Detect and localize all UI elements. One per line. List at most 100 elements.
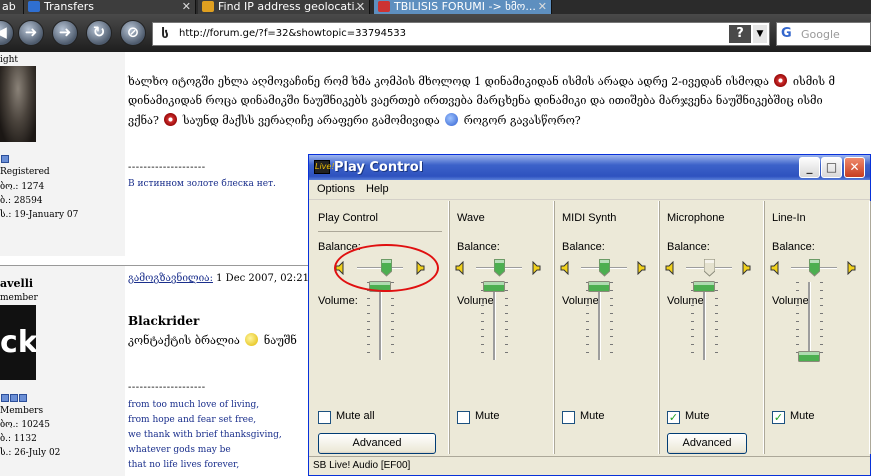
close-button[interactable]: ✕ <box>844 157 865 178</box>
forward-button[interactable]: ➜ <box>52 20 78 46</box>
post2-meta: გამოგზავნილია: 1 Dec 2007, 02:21 <box>128 273 309 284</box>
status-text: SB Live! Audio [EF00] <box>313 460 411 471</box>
volume-tick <box>820 297 823 299</box>
mute-checkbox[interactable] <box>457 411 470 424</box>
volume-tick <box>610 313 613 315</box>
user1-id: ბ.: 28594 <box>0 196 43 206</box>
volume-tick <box>367 313 370 315</box>
status-bar: SB Live! Audio [EF00] <box>309 456 870 475</box>
close-tab-icon[interactable]: ✕ <box>538 0 547 13</box>
transfers-icon <box>28 1 40 12</box>
help-button[interactable]: ? <box>729 25 751 43</box>
volume-slider-thumb[interactable] <box>693 277 715 292</box>
section-title: Microphone <box>667 212 725 224</box>
volume-slider-thumb[interactable] <box>798 347 820 362</box>
volume-tick <box>505 305 508 307</box>
mute-label[interactable]: Mute <box>580 410 604 422</box>
post1-text-tail: ისმის მ <box>792 75 835 88</box>
post2-line: კონტაქტის ბრალია ნაუშნ <box>128 333 297 347</box>
tab-label: TBILISIS FORUMI -> ხმო... <box>394 0 536 13</box>
balance-label: Balance: <box>772 241 815 253</box>
post2-text: კონტაქტის ბრალია <box>128 334 240 347</box>
volume-label: Volume: <box>318 295 358 307</box>
advanced-button[interactable]: Advanced <box>667 433 747 454</box>
forward-arrow-icon: ➜ <box>58 23 72 41</box>
tab-ip-geolocation[interactable]: Find IP address geolocati... ✕ <box>198 0 370 14</box>
volume-track[interactable] <box>598 282 601 360</box>
user1-rank-pips <box>1 155 10 163</box>
volume-track[interactable] <box>703 282 706 360</box>
emoticon-icon <box>164 113 178 126</box>
volume-slider-thumb[interactable] <box>483 277 505 292</box>
volume-tick <box>481 328 484 330</box>
minimize-button[interactable]: _ <box>799 157 820 178</box>
volume-tick <box>610 297 613 299</box>
volume-tick <box>586 336 589 338</box>
back-history-button[interactable]: ➜ <box>18 20 44 46</box>
balance-slider-thumb[interactable] <box>598 258 611 277</box>
title-bar[interactable]: Live! Play Control _ □ ✕ <box>309 155 870 180</box>
volume-tick <box>796 297 799 299</box>
volume-tick <box>820 352 823 353</box>
volume-tick <box>796 282 799 283</box>
stop-button[interactable]: ⊘ <box>120 20 146 46</box>
volume-tick <box>610 328 613 330</box>
url-dropdown-button[interactable]: ▼ <box>753 25 767 43</box>
volume-tick <box>586 305 589 307</box>
forum-favicon-icon: ს <box>161 27 169 42</box>
volume-track[interactable] <box>493 282 496 360</box>
post2-signature-line: from hope and fear set free, <box>128 415 257 425</box>
tab-transfers[interactable]: Transfers ✕ <box>24 0 196 14</box>
volume-label: Volume: <box>562 295 602 307</box>
volume-tick <box>820 282 823 283</box>
user1-posts: ბო.: 1274 <box>0 182 45 192</box>
mute-label[interactable]: Mute <box>685 410 709 422</box>
user2-name[interactable]: avelli <box>0 277 33 290</box>
post2-signature-line: that no life lives forever, <box>128 460 240 470</box>
url-text[interactable]: http://forum.ge/?f=32&showtopic=33794533 <box>179 28 406 39</box>
balance-slider-thumb[interactable] <box>703 258 716 277</box>
posted-by-link[interactable]: გამოგზავნილია: <box>128 273 213 284</box>
volume-tick <box>796 305 799 307</box>
maximize-button[interactable]: □ <box>821 157 842 178</box>
post1-signature: В истинном золоте блеска нет. <box>128 179 276 189</box>
user2-avatar: ck <box>0 305 36 380</box>
reload-button[interactable]: ↻ <box>86 20 112 46</box>
volume-tick <box>691 336 694 338</box>
balance-slider-thumb[interactable] <box>493 258 506 277</box>
mute-label[interactable]: Mute all <box>336 410 375 422</box>
mute-checkbox[interactable]: ✓ <box>772 411 785 424</box>
volume-label: Volume: <box>667 295 707 307</box>
volume-tick <box>691 352 694 353</box>
balance-slider-thumb[interactable] <box>808 258 821 277</box>
menu-help[interactable]: Help <box>366 183 389 195</box>
menu-options[interactable]: Options <box>317 183 355 195</box>
mute-checkbox[interactable] <box>562 411 575 424</box>
close-tab-icon[interactable]: ✕ <box>356 0 365 13</box>
mute-checkbox[interactable]: ✓ <box>667 411 680 424</box>
volume-tick <box>367 352 370 353</box>
search-box[interactable]: G Google <box>776 22 871 46</box>
volume-track[interactable] <box>379 282 382 360</box>
mute-label[interactable]: Mute <box>790 410 814 422</box>
section-underline <box>318 231 442 232</box>
user2-id: ბ.: 1132 <box>0 434 37 444</box>
address-bar[interactable]: ს http://forum.ge/?f=32&showtopic=337945… <box>152 22 770 46</box>
close-tab-icon[interactable]: ✕ <box>182 0 191 13</box>
volume-tick <box>391 313 394 315</box>
balance-label: Balance: <box>562 241 605 253</box>
checkmark-icon: ✓ <box>773 411 784 424</box>
volume-slider-thumb[interactable] <box>588 277 610 292</box>
volume-tick <box>820 320 823 322</box>
tab-tbilisis-forumi[interactable]: TBILISIS FORUMI -> ხმო... ✕ <box>374 0 552 14</box>
volume-tick <box>796 344 799 346</box>
volume-tick <box>481 320 484 322</box>
advanced-button[interactable]: Advanced <box>318 433 436 454</box>
mute-checkbox[interactable] <box>318 411 331 424</box>
volume-tick <box>796 289 799 291</box>
mute-label[interactable]: Mute <box>475 410 499 422</box>
speaker-right-icon <box>634 260 646 276</box>
back-button[interactable]: ◀ <box>0 20 14 46</box>
user1-name[interactable]: ight <box>0 55 18 65</box>
tab-truncated[interactable]: ab <box>0 0 24 14</box>
